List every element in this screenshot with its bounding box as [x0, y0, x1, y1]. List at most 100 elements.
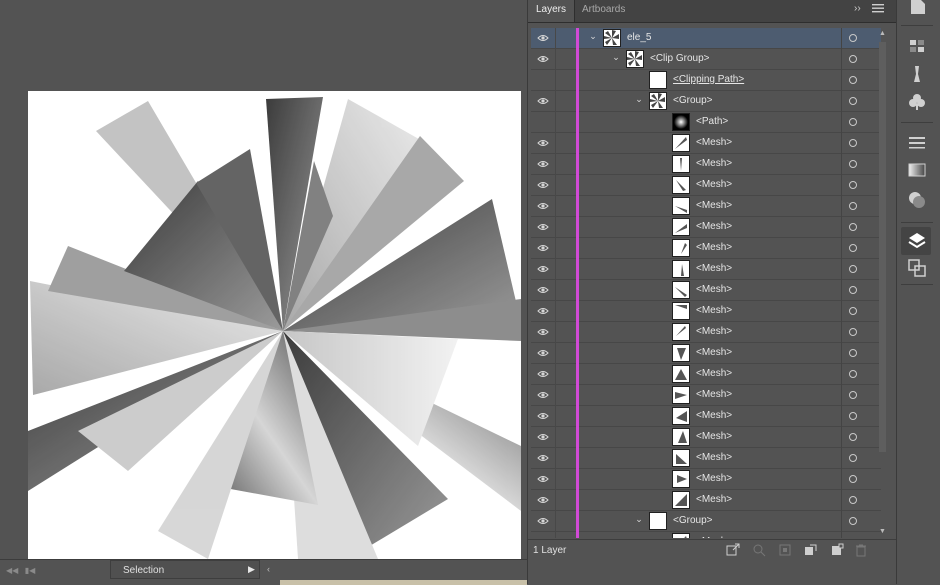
lock-column[interactable] — [555, 343, 556, 364]
layer-row[interactable]: <Mesh> — [531, 385, 881, 406]
layer-row[interactable]: <Mesh> — [531, 175, 881, 196]
lock-column[interactable] — [555, 511, 556, 532]
visibility-eye-icon[interactable] — [537, 472, 549, 486]
previous-artboard-icon[interactable]: ▮◀ — [24, 565, 36, 577]
visibility-eye-icon[interactable] — [537, 136, 549, 150]
lock-column[interactable] — [555, 469, 556, 490]
lock-column[interactable] — [555, 175, 556, 196]
chevron-down-icon[interactable]: ⌄ — [587, 31, 599, 42]
layers-icon[interactable] — [907, 231, 927, 251]
layer-row[interactable]: ⌄ <Clip Group> — [531, 49, 881, 70]
layer-name[interactable]: <Mesh> — [696, 137, 732, 148]
layer-name[interactable]: <Clip Group> — [650, 53, 709, 64]
lock-column[interactable] — [555, 91, 556, 112]
visibility-eye-icon[interactable] — [537, 451, 549, 465]
layer-name[interactable]: <Clipping Path> — [673, 74, 744, 85]
visibility-eye-icon[interactable] — [537, 220, 549, 234]
lock-column[interactable] — [555, 28, 556, 49]
visibility-eye-icon[interactable] — [537, 346, 549, 360]
layer-name[interactable]: <Mesh> — [696, 494, 732, 505]
layer-row[interactable]: <Mesh> — [531, 280, 881, 301]
visibility-eye-icon[interactable] — [537, 514, 549, 528]
lock-column[interactable] — [555, 448, 556, 469]
canvas-area[interactable] — [0, 0, 527, 559]
visibility-eye-icon[interactable] — [537, 367, 549, 381]
symbols-icon[interactable] — [907, 92, 927, 112]
layer-row[interactable]: <Clipping Path> — [531, 70, 881, 91]
visibility-eye-icon[interactable] — [537, 493, 549, 507]
layer-row[interactable]: <Mesh> — [531, 133, 881, 154]
scrollbar-thumb[interactable] — [879, 42, 886, 452]
visibility-eye-icon[interactable] — [537, 535, 549, 538]
layer-row[interactable]: ⌄ <Group> — [531, 91, 881, 112]
target-circle-icon[interactable] — [849, 496, 857, 504]
visibility-eye-icon[interactable] — [537, 409, 549, 423]
scroll-left-icon[interactable]: ‹ — [267, 564, 270, 574]
delete-icon[interactable] — [854, 543, 868, 557]
first-artboard-icon[interactable]: ◀◀ — [6, 565, 18, 577]
tab-artboards[interactable]: Artboards — [582, 0, 625, 22]
current-tool-readout[interactable]: Selection — [110, 560, 260, 579]
layer-name[interactable]: <Mesh> — [696, 326, 732, 337]
layer-name[interactable]: <Mesh> — [696, 347, 732, 358]
visibility-eye-icon[interactable] — [537, 241, 549, 255]
lock-column[interactable] — [555, 112, 556, 133]
target-circle-icon[interactable] — [849, 349, 857, 357]
layer-row[interactable]: <Mesh> — [531, 448, 881, 469]
target-circle-icon[interactable] — [849, 307, 857, 315]
layer-row[interactable]: ⌄ <Group> — [531, 511, 881, 532]
visibility-eye-icon[interactable] — [537, 199, 549, 213]
layer-name[interactable]: <Group> — [673, 515, 712, 526]
layers-scrollbar[interactable]: ▲ ▼ — [878, 30, 887, 536]
lock-column[interactable] — [555, 301, 556, 322]
layer-name[interactable]: <Mesh> — [696, 284, 732, 295]
layer-name[interactable]: <Mesh> — [696, 473, 732, 484]
visibility-eye-icon[interactable] — [537, 73, 549, 87]
properties-icon[interactable] — [907, 0, 927, 20]
target-circle-icon[interactable] — [849, 223, 857, 231]
target-circle-icon[interactable] — [849, 181, 857, 189]
target-circle-icon[interactable] — [849, 370, 857, 378]
lock-column[interactable] — [555, 133, 556, 154]
visibility-eye-icon[interactable] — [537, 31, 549, 45]
target-circle-icon[interactable] — [849, 160, 857, 168]
target-circle-icon[interactable] — [849, 244, 857, 252]
layer-row[interactable]: <Mesh> — [531, 322, 881, 343]
target-circle-icon[interactable] — [849, 475, 857, 483]
lock-column[interactable] — [555, 238, 556, 259]
visibility-eye-icon[interactable] — [537, 94, 549, 108]
layer-name[interactable]: <Mesh> — [696, 452, 732, 463]
lock-column[interactable] — [555, 427, 556, 448]
layer-name[interactable]: <Mesh> — [696, 389, 732, 400]
layer-row[interactable]: <Mesh> — [531, 301, 881, 322]
layer-name[interactable]: <Mesh> — [696, 431, 732, 442]
lock-column[interactable] — [555, 70, 556, 91]
layer-row[interactable]: <Mesh> — [531, 427, 881, 448]
target-circle-icon[interactable] — [849, 118, 857, 126]
export-for-screens-icon[interactable] — [726, 543, 740, 557]
layer-name[interactable]: <Path> — [696, 116, 728, 127]
visibility-eye-icon[interactable] — [537, 430, 549, 444]
target-circle-icon[interactable] — [849, 55, 857, 63]
layer-row[interactable]: <Mesh> — [531, 238, 881, 259]
stroke-icon[interactable] — [907, 134, 927, 154]
lock-column[interactable] — [555, 322, 556, 343]
layer-name[interactable]: <Mesh> — [696, 242, 732, 253]
visibility-eye-icon[interactable] — [537, 178, 549, 192]
artboard[interactable] — [28, 91, 521, 559]
layer-name[interactable]: <Group> — [673, 95, 712, 106]
lock-column[interactable] — [555, 490, 556, 511]
create-sublayer-icon[interactable] — [804, 543, 818, 557]
target-circle-icon[interactable] — [849, 412, 857, 420]
artwork-fan[interactable] — [28, 91, 521, 559]
transparency-icon[interactable] — [907, 190, 927, 210]
target-circle-icon[interactable] — [849, 328, 857, 336]
layer-name[interactable]: <Mesh> — [696, 536, 732, 538]
target-circle-icon[interactable] — [849, 265, 857, 273]
collapse-panel-icon[interactable]: ›› — [854, 3, 861, 14]
layer-row[interactable]: <Mesh> — [531, 259, 881, 280]
make-clipping-mask-icon[interactable] — [778, 543, 792, 557]
lock-column[interactable] — [555, 154, 556, 175]
new-layer-icon[interactable] — [830, 543, 844, 557]
target-circle-icon[interactable] — [849, 391, 857, 399]
